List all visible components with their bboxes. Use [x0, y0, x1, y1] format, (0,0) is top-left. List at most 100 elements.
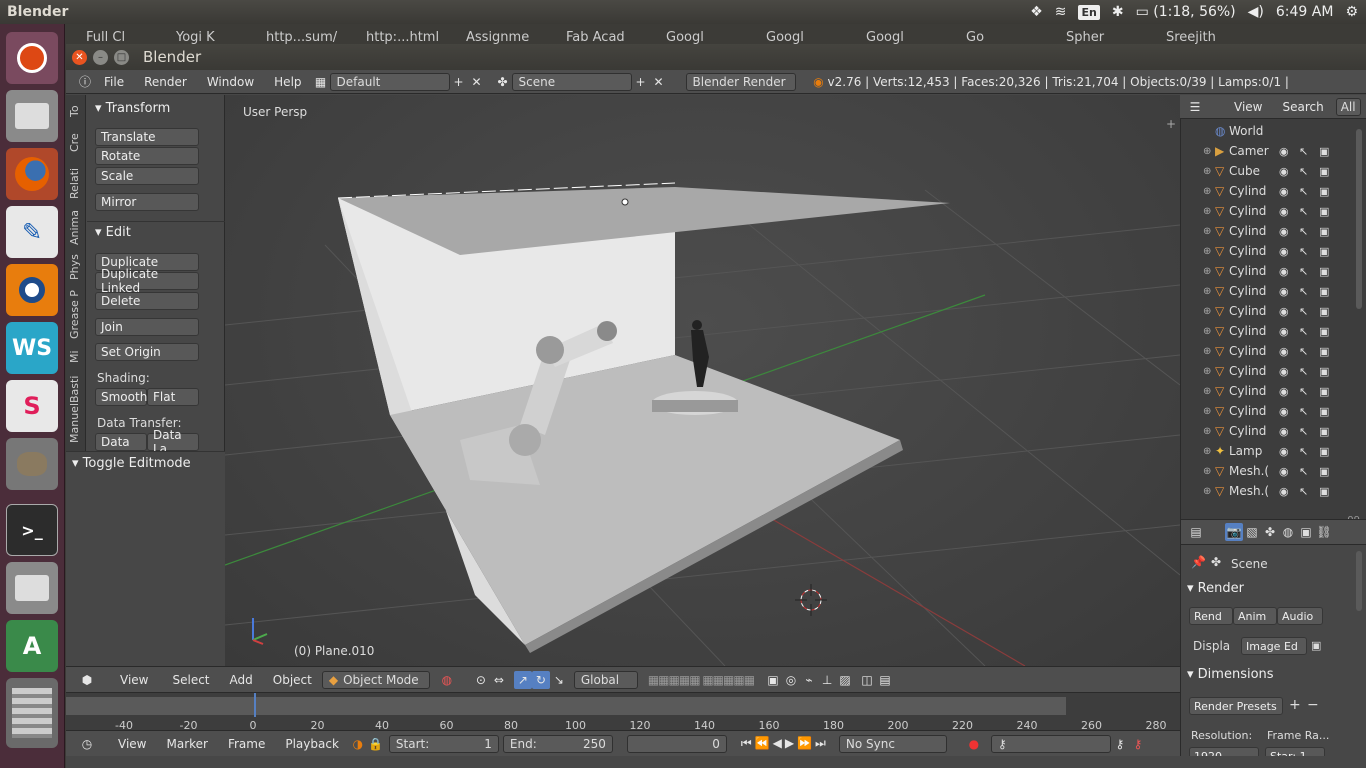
translate-button[interactable]: Translate: [95, 128, 199, 146]
resolution-x-field[interactable]: 1920: [1189, 747, 1259, 756]
proportional-edit-icon[interactable]: ◎: [782, 671, 800, 689]
properties-editor-type-icon[interactable]: ▤: [1187, 523, 1205, 541]
selectability-arrow-icon[interactable]: ↖: [1299, 485, 1308, 498]
mirror-button[interactable]: Mirror: [95, 193, 199, 211]
render-animation-button[interactable]: Anim: [1233, 607, 1277, 625]
remove-scene-icon[interactable]: ✕: [650, 73, 668, 91]
scale-manipulator-icon[interactable]: ↘: [550, 671, 568, 689]
browser-tab[interactable]: Go: [966, 30, 984, 44]
outliner-item[interactable]: ⊕ ✦ Lamp ◉ ↖ ▣: [1181, 441, 1366, 461]
remove-preset-icon[interactable]: −: [1307, 697, 1319, 713]
outliner-item[interactable]: ⊕ ▽ Cylind ◉ ↖ ▣: [1181, 361, 1366, 381]
expand-icon[interactable]: ⊕: [1203, 366, 1211, 377]
rotate-button[interactable]: Rotate: [95, 147, 199, 165]
expand-icon[interactable]: ⊕: [1203, 146, 1211, 157]
renderability-camera-icon[interactable]: ▣: [1319, 345, 1329, 358]
keyboard-language-indicator[interactable]: En: [1078, 4, 1100, 20]
scene-field[interactable]: Scene: [511, 72, 632, 91]
menu-render[interactable]: Render: [134, 75, 197, 89]
scale-button[interactable]: Scale: [95, 167, 199, 185]
tab-relations[interactable]: Relati: [68, 163, 84, 203]
tab-physics[interactable]: Phys: [68, 251, 84, 283]
expand-icon[interactable]: ⊕: [1203, 426, 1211, 437]
expand-icon[interactable]: ⊕: [1203, 186, 1211, 197]
visibility-eye-icon[interactable]: ◉: [1279, 145, 1289, 158]
firefox-icon[interactable]: [6, 148, 58, 200]
expand-icon[interactable]: ⊕: [1203, 286, 1211, 297]
selectability-arrow-icon[interactable]: ↖: [1299, 265, 1308, 278]
menu-frame[interactable]: Frame: [218, 737, 275, 751]
renderability-camera-icon[interactable]: ▣: [1319, 285, 1329, 298]
menu-window[interactable]: Window: [197, 75, 264, 89]
menu-select[interactable]: Select: [162, 673, 219, 687]
selectability-arrow-icon[interactable]: ↖: [1299, 145, 1308, 158]
outliner-item[interactable]: ⊕ ▽ Cylind ◉ ↖ ▣: [1181, 201, 1366, 221]
tab-addon[interactable]: ManuelBasti: [68, 373, 84, 445]
outliner-item[interactable]: ◍ World: [1181, 121, 1366, 141]
renderability-camera-icon[interactable]: ▣: [1319, 305, 1329, 318]
rotate-manipulator-icon[interactable]: ↻: [531, 670, 550, 689]
outliner-item[interactable]: ⊕ ▽ Cylind ◉ ↖ ▣: [1181, 241, 1366, 261]
duplicate-linked-button[interactable]: Duplicate Linked: [95, 267, 199, 295]
render-layers-context-icon[interactable]: ▧: [1243, 523, 1261, 541]
selectability-arrow-icon[interactable]: ↖: [1299, 365, 1308, 378]
selectability-arrow-icon[interactable]: ↖: [1299, 345, 1308, 358]
browser-tab[interactable]: Googl: [866, 30, 904, 44]
expand-icon[interactable]: ⊕: [1203, 266, 1211, 277]
layer-lock-icon[interactable]: ▣: [764, 671, 782, 689]
outliner-editor-type-icon[interactable]: ☰: [1186, 98, 1204, 116]
render-engine-select[interactable]: Blender Render: [685, 72, 796, 91]
expand-icon[interactable]: ⊕: [1203, 246, 1211, 257]
render-context-icon[interactable]: 📷: [1225, 523, 1243, 541]
slack-icon[interactable]: S: [6, 380, 58, 432]
renderability-camera-icon[interactable]: ▣: [1319, 185, 1329, 198]
expand-icon[interactable]: ⊕: [1203, 386, 1211, 397]
pivot-point-icon[interactable]: ⊙: [472, 671, 490, 689]
selectability-arrow-icon[interactable]: ↖: [1299, 385, 1308, 398]
tab-animation[interactable]: Anima: [68, 207, 84, 247]
webstorm-icon[interactable]: WS: [6, 322, 58, 374]
outliner-display-mode[interactable]: All: [1335, 97, 1361, 116]
renderability-camera-icon[interactable]: ▣: [1319, 265, 1329, 278]
visibility-eye-icon[interactable]: ◉: [1279, 325, 1289, 338]
viewport-shading-icon[interactable]: ◍: [438, 671, 456, 689]
expand-icon[interactable]: ⊕: [1203, 206, 1211, 217]
frame-start-field[interactable]: Star: 1: [1265, 747, 1325, 756]
screen-layout-icon[interactable]: ▦: [312, 73, 330, 91]
outliner-item[interactable]: ⊕ ▽ Cylind ◉ ↖ ▣: [1181, 401, 1366, 421]
expand-icon[interactable]: ⊕: [1203, 346, 1211, 357]
visibility-eye-icon[interactable]: ◉: [1279, 405, 1289, 418]
screen-layout-field[interactable]: Default: [329, 72, 450, 91]
visibility-eye-icon[interactable]: ◉: [1279, 285, 1289, 298]
visibility-eye-icon[interactable]: ◉: [1279, 365, 1289, 378]
properties-scrollbar[interactable]: [1356, 551, 1362, 611]
expand-icon[interactable]: ⊕: [1203, 166, 1211, 177]
renderability-camera-icon[interactable]: ▣: [1319, 485, 1329, 498]
3d-viewport[interactable]: User Persp (0) Plane.010 +: [225, 95, 1180, 666]
visibility-eye-icon[interactable]: ◉: [1279, 185, 1289, 198]
visibility-eye-icon[interactable]: ◉: [1279, 265, 1289, 278]
toggle-editmode-panel-header[interactable]: ▾ Toggle Editmode: [66, 451, 225, 475]
outliner-item[interactable]: ⊕ ▽ Mesh.(◉ ↖ ▣: [1181, 461, 1366, 481]
battery-indicator[interactable]: ▭ (1:18, 56%): [1136, 4, 1236, 20]
outliner-item[interactable]: ⊕ ▽ Cylind ◉ ↖ ▣: [1181, 341, 1366, 361]
interaction-mode-select[interactable]: ◆ Object Mode: [321, 670, 430, 689]
pin-icon[interactable]: 📌: [1191, 555, 1206, 569]
record-icon[interactable]: ●: [965, 735, 983, 753]
layer-buttons[interactable]: ▦▦▦▦▦ ▦▦▦▦▦: [648, 673, 755, 687]
visibility-eye-icon[interactable]: ◉: [1279, 425, 1289, 438]
lock-time-icon[interactable]: 🔒: [367, 735, 385, 753]
flat-button[interactable]: Flat: [147, 388, 199, 406]
display-mode-select[interactable]: Image Ed: [1241, 637, 1307, 655]
gimp-icon[interactable]: [6, 438, 58, 490]
translate-manipulator-icon[interactable]: ↗: [513, 670, 532, 689]
menu-file[interactable]: File: [94, 75, 134, 89]
renderability-camera-icon[interactable]: ▣: [1319, 425, 1329, 438]
expand-icon[interactable]: ⊕: [1203, 306, 1211, 317]
3d-cursor[interactable]: [795, 584, 827, 616]
render-still-button[interactable]: Rend: [1189, 607, 1233, 625]
object-context-icon[interactable]: ▣: [1297, 523, 1315, 541]
sync-mode-select[interactable]: No Sync: [838, 734, 947, 753]
outliner-scrollbar[interactable]: [1356, 129, 1362, 309]
menu-help[interactable]: Help: [264, 75, 311, 89]
